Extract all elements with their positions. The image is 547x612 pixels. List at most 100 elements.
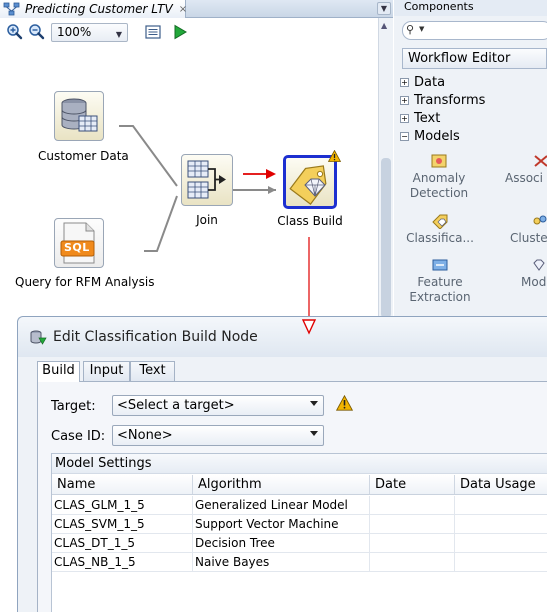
join-icon xyxy=(187,160,226,199)
model-name-cell: CLAS_NB_1_5 xyxy=(52,553,193,572)
palette-item-feature-extraction[interactable]: Feature Extraction xyxy=(404,257,476,305)
join-node[interactable] xyxy=(181,154,233,206)
zoom-in-icon[interactable] xyxy=(6,23,24,41)
zoom-select[interactable]: 100% ▼ xyxy=(51,23,128,42)
category-models[interactable]: − Models xyxy=(400,129,547,146)
model-icon xyxy=(531,257,547,273)
category-text[interactable]: + Text xyxy=(400,111,547,128)
anomaly-detection-icon xyxy=(431,153,447,169)
tab-list-dropdown-button[interactable]: ▼ xyxy=(377,2,391,15)
sql-badge: SQL xyxy=(64,241,90,254)
classification-build-icon xyxy=(289,165,327,205)
canvas-vertical-scrollbar[interactable]: ▲ xyxy=(378,18,393,320)
expand-icon[interactable]: + xyxy=(400,114,409,123)
workflow-icon xyxy=(3,2,21,16)
chevron-down-icon xyxy=(310,401,318,406)
model-date-cell xyxy=(370,515,455,534)
palette-search: ⚲ ▼ xyxy=(402,21,547,40)
palette-item-label: Mod xyxy=(521,275,547,289)
join-label: Join xyxy=(196,213,218,227)
workflow-editor: Predicting Customer LTV × ▼ 100% ▼ Custo… xyxy=(0,0,393,320)
table-row[interactable]: CLAS_GLM_1_5 Generalized Linear Model xyxy=(52,496,547,515)
tab-build[interactable]: Build xyxy=(37,361,80,382)
query-rfm-label: Query for RFM Analysis xyxy=(15,275,155,289)
clustering-icon xyxy=(532,213,547,229)
close-icon[interactable]: × xyxy=(179,4,187,15)
model-algorithm-cell: Naive Bayes xyxy=(193,553,370,572)
run-icon[interactable] xyxy=(171,23,189,41)
palette-selector[interactable]: Workflow Editor xyxy=(402,48,547,69)
screen-root: Predicting Customer LTV × ▼ 100% ▼ Custo… xyxy=(0,0,547,612)
case-id-select[interactable]: <None> xyxy=(112,425,324,446)
model-data-usage-cell xyxy=(455,534,547,553)
category-data[interactable]: + Data xyxy=(400,75,547,92)
model-data-usage-cell xyxy=(455,496,547,515)
category-label: Transforms xyxy=(414,93,486,108)
palette-item-model[interactable]: Mod xyxy=(521,257,547,290)
palette-item-label-2: Detection xyxy=(409,186,469,200)
palette-item-association[interactable]: Associ xyxy=(505,153,547,186)
column-header-date[interactable]: Date xyxy=(370,475,455,494)
table-header-row: Name Algorithm Date Data Usage xyxy=(52,475,547,495)
category-label: Text xyxy=(414,111,441,126)
collapse-icon[interactable]: − xyxy=(400,132,409,141)
classification-icon xyxy=(432,213,448,230)
palette-item-label: Cluste xyxy=(510,231,547,245)
properties-icon[interactable] xyxy=(144,23,162,41)
column-header-algorithm[interactable]: Algorithm xyxy=(193,475,370,494)
expand-icon[interactable]: + xyxy=(400,96,409,105)
model-settings-panel: Model Settings Name Algorithm Date Data … xyxy=(51,453,547,612)
tab-predicting-customer-ltv[interactable]: Predicting Customer LTV × xyxy=(0,0,187,18)
category-label: Data xyxy=(414,75,446,90)
dialog-title-bar[interactable]: Edit Classification Build Node xyxy=(18,317,547,357)
model-name-cell: CLAS_SVM_1_5 xyxy=(52,515,193,534)
tab-text[interactable]: Text xyxy=(130,361,175,381)
scrollbar-thumb[interactable] xyxy=(381,158,391,318)
palette-item-anomaly-detection[interactable]: Anomaly Detection xyxy=(404,153,474,201)
palette-item-label: Anomaly xyxy=(412,171,466,185)
target-label: Target: xyxy=(51,399,96,414)
tab-input[interactable]: Input xyxy=(83,361,130,381)
model-algorithm-cell: Decision Tree xyxy=(193,534,370,553)
chevron-down-icon: ▼ xyxy=(115,30,122,39)
table-row[interactable]: CLAS_SVM_1_5 Support Vector Machine xyxy=(52,515,547,534)
chevron-down-icon xyxy=(310,431,318,436)
target-select[interactable]: <Select a target> xyxy=(112,395,324,416)
palette-search-input[interactable] xyxy=(427,23,542,38)
palette-item-clustering[interactable]: Cluste xyxy=(510,213,547,246)
feature-extraction-icon xyxy=(432,257,448,273)
model-algorithm-cell: Support Vector Machine xyxy=(193,515,370,534)
model-algorithm-cell: Generalized Linear Model xyxy=(193,496,370,515)
palette-item-classification[interactable]: Classifica... xyxy=(404,213,476,246)
palette-header: Components xyxy=(394,0,547,16)
search-icon[interactable]: ⚲ xyxy=(406,23,414,36)
editor-tab-bar: Predicting Customer LTV × ▼ xyxy=(0,0,393,18)
table-row[interactable]: CLAS_DT_1_5 Decision Tree xyxy=(52,534,547,553)
palette-item-label: Feature xyxy=(417,275,463,289)
expand-icon[interactable]: + xyxy=(400,78,409,87)
model-date-cell xyxy=(370,496,455,515)
customer-data-node[interactable] xyxy=(54,91,104,141)
query-rfm-node[interactable]: SQL xyxy=(54,218,104,268)
model-name-cell: CLAS_DT_1_5 xyxy=(52,534,193,553)
model-name-cell: CLAS_GLM_1_5 xyxy=(52,496,193,515)
tab-label: Predicting Customer LTV xyxy=(25,2,173,16)
database-build-icon xyxy=(29,329,47,345)
palette-item-label: Classifica... xyxy=(406,231,474,245)
column-header-name[interactable]: Name xyxy=(52,475,193,494)
association-icon xyxy=(533,153,547,169)
category-transforms[interactable]: + Transforms xyxy=(400,93,547,110)
palette-item-label: Associ xyxy=(505,171,543,185)
workflow-canvas[interactable]: Customer Data SQL Query for RFM Analysis xyxy=(0,46,378,320)
zoom-value: 100% xyxy=(57,25,92,39)
model-data-usage-cell xyxy=(455,515,547,534)
model-data-usage-cell xyxy=(455,553,547,572)
model-date-cell xyxy=(370,534,455,553)
customer-data-label: Customer Data xyxy=(38,149,129,163)
warning-icon xyxy=(335,394,354,414)
column-header-data-usage[interactable]: Data Usage xyxy=(455,475,547,494)
chevron-down-icon[interactable]: ▼ xyxy=(419,25,424,33)
scroll-up-icon[interactable]: ▲ xyxy=(381,21,387,30)
table-row[interactable]: CLAS_NB_1_5 Naive Bayes xyxy=(52,553,547,572)
zoom-out-icon[interactable] xyxy=(28,23,46,41)
